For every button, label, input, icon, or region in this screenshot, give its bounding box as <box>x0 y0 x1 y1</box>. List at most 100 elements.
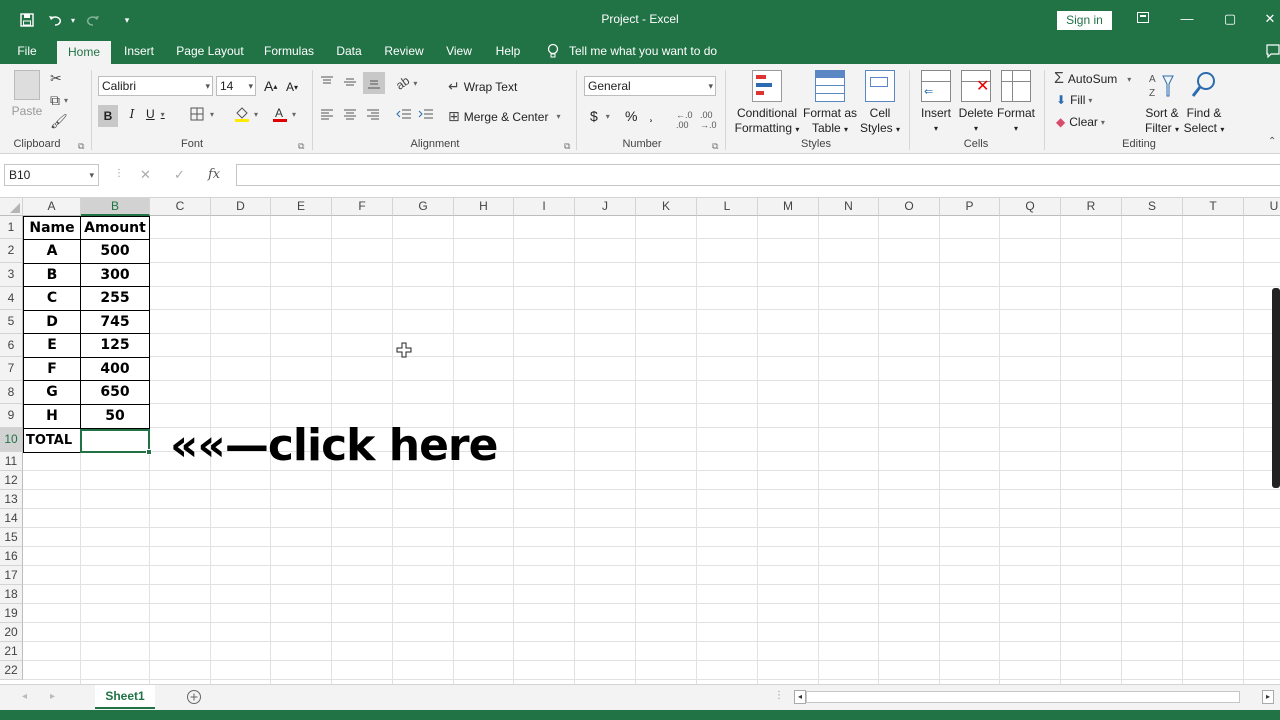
row-header-12[interactable]: 12 <box>0 471 23 490</box>
increase-decimal-icon[interactable]: ←.0.00 <box>676 110 693 130</box>
table-row-amount[interactable]: 255 <box>80 286 150 311</box>
top-align-icon[interactable] <box>320 76 334 88</box>
row-header-22[interactable]: 22 <box>0 661 23 680</box>
tab-review[interactable]: Review <box>380 40 428 64</box>
sign-in-button[interactable]: Sign in <box>1057 11 1112 30</box>
paste-button[interactable]: Paste <box>8 70 46 119</box>
column-header-n[interactable]: N <box>819 198 879 216</box>
table-row-amount[interactable]: 650 <box>80 380 150 405</box>
row-header-21[interactable]: 21 <box>0 642 23 661</box>
fill-handle[interactable] <box>146 449 152 455</box>
increase-indent-icon[interactable] <box>418 108 434 120</box>
percent-button[interactable]: % <box>625 108 637 124</box>
alignment-launcher-icon[interactable]: ⧉ <box>564 141 570 152</box>
row-header-4[interactable]: 4 <box>0 287 23 310</box>
grow-font-button[interactable]: A ▴ <box>264 78 277 94</box>
row-header-2[interactable]: 2 <box>0 239 23 263</box>
row-header-13[interactable]: 13 <box>0 490 23 509</box>
row-header-3[interactable]: 3 <box>0 263 23 287</box>
column-header-b[interactable]: B <box>81 198 150 216</box>
column-header-j[interactable]: J <box>575 198 636 216</box>
cell-styles-button[interactable]: Cell Styles ▾ <box>856 70 904 137</box>
decrease-decimal-icon[interactable]: .00 →.0 <box>700 110 717 130</box>
sheet-tab-sheet1[interactable]: Sheet1 <box>95 685 155 709</box>
row-header-19[interactable]: 19 <box>0 604 23 623</box>
table-row-amount[interactable]: 400 <box>80 357 150 381</box>
row-header-8[interactable]: 8 <box>0 381 23 404</box>
formula-input[interactable] <box>236 164 1280 186</box>
table-row-name[interactable]: D <box>23 310 81 334</box>
column-header-s[interactable]: S <box>1122 198 1183 216</box>
format-as-table-button[interactable]: Format as Table ▾ <box>802 70 858 137</box>
table-row-name[interactable]: A <box>23 239 81 264</box>
column-header-d[interactable]: D <box>211 198 271 216</box>
tab-help[interactable]: Help <box>490 40 526 64</box>
table-row-amount[interactable]: 50 <box>80 404 150 429</box>
column-header-o[interactable]: O <box>879 198 940 216</box>
decrease-indent-icon[interactable] <box>396 108 412 120</box>
row-header-7[interactable]: 7 <box>0 357 23 381</box>
table-row-amount[interactable]: 300 <box>80 263 150 287</box>
comments-icon[interactable] <box>1266 44 1280 61</box>
wrap-text-button[interactable]: ↵ Wrap Text <box>448 78 517 95</box>
worksheet-grid[interactable]: ABCDEFGHIJKLMNOPQRSTU 1 2 3 4 5 6 7 8 9 10 11 12 13 1… <box>0 198 1280 684</box>
column-header-t[interactable]: T <box>1183 198 1244 216</box>
fill-button[interactable]: ⬇ Fill ▾ <box>1056 93 1092 107</box>
row-header-20[interactable]: 20 <box>0 623 23 642</box>
total-label-cell[interactable]: TOTAL <box>23 428 81 453</box>
format-cells-button[interactable]: Format ▾ <box>994 70 1038 136</box>
column-header-l[interactable]: L <box>697 198 758 216</box>
insert-cells-button[interactable]: ⇐ Insert ▾ <box>914 70 958 136</box>
sort-filter-button[interactable]: AZ Sort & Filter ▾ <box>1138 70 1186 137</box>
collapse-ribbon-icon[interactable]: ⌃ <box>1268 136 1276 147</box>
tab-home[interactable]: Home <box>57 41 111 64</box>
table-row-name[interactable]: H <box>23 404 81 429</box>
number-format-combo[interactable]: General ▾ <box>584 76 716 96</box>
currency-button[interactable]: $ ▾ <box>590 108 610 124</box>
align-right-icon[interactable] <box>366 108 380 120</box>
find-select-button[interactable]: Find & Select ▾ <box>1182 70 1226 137</box>
new-sheet-button[interactable] <box>186 689 202 708</box>
conditional-formatting-button[interactable]: Conditional Formatting ▾ <box>730 70 804 137</box>
underline-button[interactable]: U ▾ <box>146 107 165 121</box>
row-header-10[interactable]: 10 <box>0 428 23 452</box>
middle-align-icon[interactable] <box>343 76 357 88</box>
column-header-c[interactable]: C <box>150 198 211 216</box>
enter-icon[interactable]: ✓ <box>174 167 185 183</box>
row-header-6[interactable]: 6 <box>0 334 23 357</box>
scroll-tabs-left-icon[interactable]: ◂ <box>22 691 27 702</box>
row-header-5[interactable]: 5 <box>0 310 23 334</box>
tab-page-layout[interactable]: Page Layout <box>172 40 248 64</box>
column-header-i[interactable]: I <box>514 198 575 216</box>
table-row-name[interactable]: G <box>23 380 81 405</box>
format-painter-icon[interactable]: 🖌 <box>50 113 68 130</box>
clear-button[interactable]: ◆ Clear ▾ <box>1056 115 1105 129</box>
tell-me-box[interactable]: Tell me what you want to do <box>547 43 717 59</box>
bottom-align-icon[interactable] <box>363 72 385 94</box>
number-launcher-icon[interactable]: ⧉ <box>712 141 718 152</box>
tab-file[interactable]: File <box>10 40 44 64</box>
cut-icon[interactable]: ✂ <box>50 70 62 87</box>
column-header-q[interactable]: Q <box>1000 198 1061 216</box>
fill-color-button[interactable]: ▾ <box>234 105 258 123</box>
align-center-icon[interactable] <box>343 108 357 120</box>
column-header-k[interactable]: K <box>636 198 697 216</box>
row-header-18[interactable]: 18 <box>0 585 23 604</box>
minimize-icon[interactable]: — <box>1172 8 1202 30</box>
table-row-amount[interactable]: 500 <box>80 239 150 264</box>
clipboard-launcher-icon[interactable]: ⧉ <box>78 141 84 152</box>
table-row-name[interactable]: F <box>23 357 81 381</box>
cell-a1[interactable]: Name <box>23 216 81 240</box>
hscroll-right-button[interactable]: ▸ <box>1262 690 1274 704</box>
column-header-e[interactable]: E <box>271 198 332 216</box>
italic-button[interactable]: I <box>124 107 140 121</box>
column-header-r[interactable]: R <box>1061 198 1122 216</box>
table-row-name[interactable]: E <box>23 333 81 358</box>
align-left-icon[interactable] <box>320 108 334 120</box>
horizontal-scrollbar-thumb[interactable] <box>806 691 1240 703</box>
cell-b1[interactable]: Amount <box>80 216 150 240</box>
shrink-font-button[interactable]: A ▾ <box>286 80 298 94</box>
tab-view[interactable]: View <box>440 40 478 64</box>
row-header-9[interactable]: 9 <box>0 404 23 428</box>
column-header-g[interactable]: G <box>393 198 454 216</box>
